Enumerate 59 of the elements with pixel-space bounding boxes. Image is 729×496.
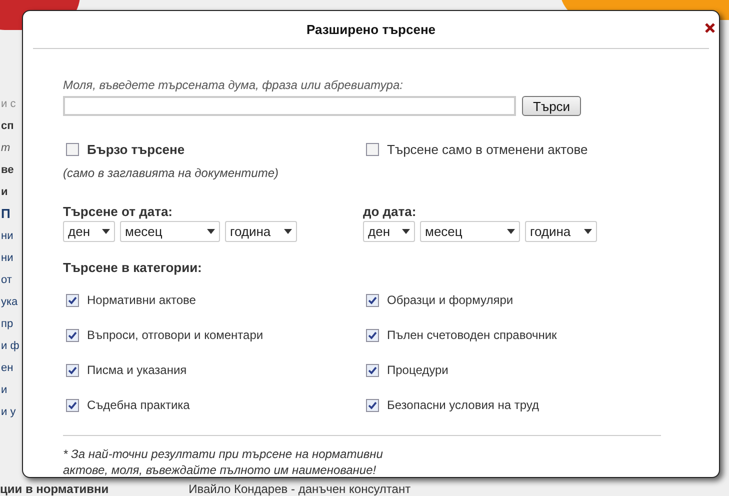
page-text: ука [1,295,18,310]
caret-icon [507,229,515,234]
dropdown[interactable]: ден [363,221,415,242]
dropdown[interactable]: месец [420,221,520,242]
close-icon[interactable] [705,23,715,33]
dropdown[interactable]: месец [120,221,220,242]
dropdown[interactable]: година [525,221,597,242]
option-label: Търсене само в отменени актове [387,141,588,159]
search-button[interactable]: Търси [522,96,582,116]
search-label: Моля, въведете търсената дума, фраза или абревиатура: [63,77,404,94]
page-text: и у [1,405,16,420]
page-heading: ции в нормативни [0,482,109,496]
page-text: от [1,273,12,288]
checkbox[interactable] [366,328,379,342]
page-text: и [1,383,8,398]
category-label: Писма и указания [87,362,187,379]
option-label: Бързо търсене [87,141,185,159]
checkbox[interactable] [66,364,79,376]
page-text: и [1,185,8,200]
category-label: Нормативни актове [87,292,196,309]
page-text: ен [1,361,14,376]
option-note: (само в заглавията на документите) [63,164,280,182]
footnote: * За най-точни резултати при търсене на нормативни актове, моля, въвеждайте пълното им наименование! [63,446,384,478]
category-label: Процедури [387,362,448,379]
checkbox[interactable] [66,328,79,342]
category-label: Съдебна практика [87,397,190,414]
checkbox[interactable] [66,143,79,156]
checkbox[interactable] [366,294,379,306]
checkbox[interactable] [366,364,379,376]
dropdown[interactable]: ден [63,221,115,242]
dropdown[interactable]: година [225,221,297,242]
checkbox[interactable] [366,143,379,156]
page-text: ни [1,251,14,266]
author-text: Ивайло Кондарев - данъчен консултант [188,482,411,496]
categories-heading: Търсене в категории: [63,259,203,277]
page-text: т [1,141,10,156]
category-label: Безопасни условия на труд [387,397,540,414]
caret-icon [207,229,215,234]
page-text: сп [1,119,14,134]
category-label: Образци и формуляри [387,292,514,309]
checkbox[interactable] [66,398,79,412]
category-label: Пълен счетоводен справочник [387,327,557,344]
caret-icon [284,229,292,234]
page-text: ве [1,163,14,178]
page-text: и ф [1,339,20,354]
checkbox[interactable] [66,294,79,306]
category-label: Въпроси, отговори и коментари [87,327,264,344]
date-label: Търсене от дата: [63,202,174,221]
caret-icon [584,229,592,234]
caret-icon [102,229,110,234]
page-text: ни [1,229,14,244]
page-text: и с [1,97,16,112]
checkbox[interactable] [366,398,379,412]
page-text: П [1,205,10,223]
caret-icon [402,229,410,234]
page-text: пр [1,317,14,332]
date-label: до дата: [363,202,418,221]
search-field[interactable] [63,96,516,116]
dialog-title: Разширено търсене [306,20,436,39]
